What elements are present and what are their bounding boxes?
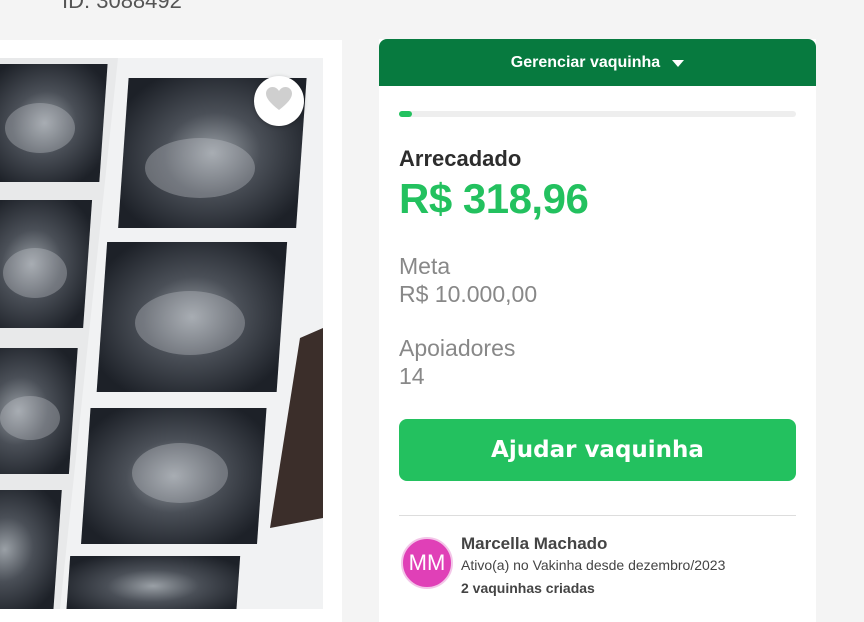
goal-label: Meta — [399, 253, 451, 279]
raised-label: Arrecadado — [399, 146, 522, 171]
campaign-summary-panel: Gerenciar vaquinha Arrecadado R$ 318,96 … — [379, 39, 816, 622]
avatar[interactable]: MM — [401, 537, 453, 589]
owner-name[interactable]: Marcella Machado — [461, 534, 607, 554]
campaign-photo[interactable] — [0, 58, 323, 609]
help-campaign-button[interactable]: Ajudar vaquinha — [399, 419, 796, 481]
caret-down-icon — [672, 60, 685, 67]
raised-amount: R$ 318,96 — [399, 175, 589, 222]
backers-label: Apoiadores — [399, 335, 516, 361]
campaign-id: ID: 3088492 — [62, 0, 182, 13]
divider — [399, 515, 796, 516]
progress-fill — [399, 111, 412, 117]
favorite-button[interactable] — [254, 76, 304, 126]
manage-campaign-dropdown[interactable]: Gerenciar vaquinha — [379, 39, 816, 86]
heart-icon — [266, 86, 292, 116]
campaign-image-card — [0, 40, 342, 622]
backers-count: 14 — [399, 363, 425, 389]
manage-campaign-label: Gerenciar vaquinha — [510, 53, 661, 71]
owner-campaign-count: 2 vaquinhas criadas — [461, 580, 595, 596]
progress-bar — [399, 111, 796, 117]
goal-amount: R$ 10.000,00 — [399, 281, 538, 307]
owner-active-since: Ativo(a) no Vakinha desde dezembro/2023 — [461, 557, 726, 573]
